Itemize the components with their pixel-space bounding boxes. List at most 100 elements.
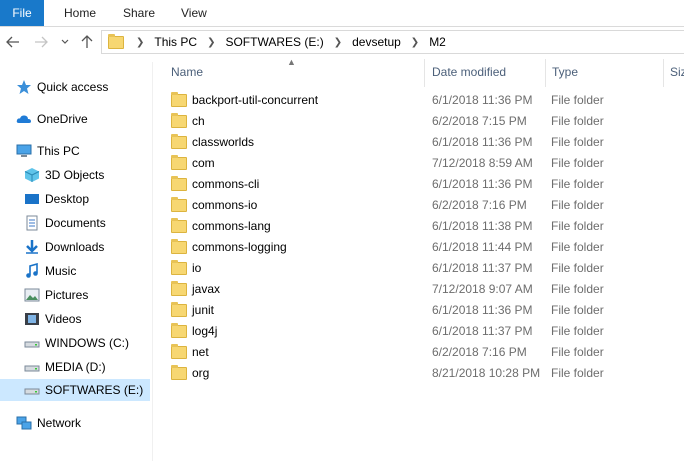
- folder-icon: [171, 92, 187, 107]
- chevron-right-icon[interactable]: ❯: [403, 37, 427, 48]
- sort-ascending-icon: ▲: [287, 57, 296, 67]
- file-name: io: [192, 261, 202, 275]
- chevron-right-icon[interactable]: ❯: [199, 37, 223, 48]
- up-button[interactable]: [79, 33, 95, 51]
- tab-home[interactable]: Home: [64, 0, 96, 26]
- nav-onedrive[interactable]: OneDrive: [16, 108, 88, 130]
- file-row[interactable]: junit 6/1/2018 11:36 PM File folder: [153, 300, 684, 321]
- nav-label: Videos: [45, 312, 82, 326]
- nav-label: 3D Objects: [45, 168, 105, 182]
- column-header-name[interactable]: Name: [171, 63, 203, 87]
- folder-icon: [171, 323, 187, 338]
- file-name: ch: [192, 114, 205, 128]
- tab-file[interactable]: File: [0, 0, 44, 26]
- file-date-modified: 6/1/2018 11:37 PM: [432, 261, 533, 275]
- address-row: ❯ This PC ❯ SOFTWARES (E:) ❯ devsetup ❯ …: [0, 27, 684, 57]
- file-row[interactable]: classworlds 6/1/2018 11:36 PM File folder: [153, 132, 684, 153]
- desktop-icon: [24, 191, 40, 207]
- file-type: File folder: [551, 198, 604, 212]
- forward-button[interactable]: [33, 33, 49, 51]
- up-arrow-icon: [81, 35, 93, 48]
- file-name: backport-util-concurrent: [192, 93, 319, 107]
- breadcrumb: ❯ This PC ❯ SOFTWARES (E:) ❯ devsetup ❯ …: [128, 31, 448, 53]
- file-date-modified: 6/1/2018 11:44 PM: [432, 240, 533, 254]
- nav-softwares-e[interactable]: SOFTWARES (E:): [0, 379, 150, 401]
- file-name: commons-logging: [192, 240, 287, 254]
- nav-desktop[interactable]: Desktop: [24, 188, 89, 210]
- address-bar[interactable]: ❯ This PC ❯ SOFTWARES (E:) ❯ devsetup ❯ …: [101, 30, 684, 54]
- file-row[interactable]: io 6/1/2018 11:37 PM File folder: [153, 258, 684, 279]
- file-type: File folder: [551, 93, 604, 107]
- file-name: org: [192, 366, 210, 380]
- file-type: File folder: [551, 156, 604, 170]
- nav-windows-c[interactable]: WINDOWS (C:): [24, 332, 129, 354]
- forward-arrow-icon: [35, 36, 48, 48]
- download-icon: [24, 239, 40, 255]
- nav-label: Pictures: [45, 288, 89, 302]
- file-date-modified: 6/1/2018 11:37 PM: [432, 324, 533, 338]
- file-type: File folder: [551, 282, 604, 296]
- folder-icon: [171, 281, 187, 296]
- file-name: com: [192, 156, 215, 170]
- file-date-modified: 6/1/2018 11:36 PM: [432, 177, 533, 191]
- file-type: File folder: [551, 177, 604, 191]
- nav-label: This PC: [37, 144, 80, 158]
- chevron-right-icon: ❯: [136, 36, 145, 48]
- nav-3d-objects[interactable]: 3D Objects: [24, 164, 104, 186]
- file-row[interactable]: org 8/21/2018 10:28 PM File folder: [153, 363, 684, 384]
- file-row[interactable]: commons-logging 6/1/2018 11:44 PM File fol…: [153, 237, 684, 258]
- file-date-modified: 7/12/2018 9:07 AM: [432, 282, 533, 296]
- nav-this-pc[interactable]: This PC: [16, 140, 80, 162]
- file-date-modified: 6/1/2018 11:38 PM: [432, 219, 533, 233]
- column-header-size[interactable]: Siz: [670, 63, 684, 87]
- nav-network[interactable]: Network: [16, 412, 81, 434]
- file-row[interactable]: commons-lang 6/1/2018 11:38 PM File folder: [153, 216, 684, 237]
- file-row[interactable]: commons-cli 6/1/2018 11:36 PM File folder: [153, 174, 684, 195]
- nav-media-d[interactable]: MEDIA (D:): [24, 356, 106, 378]
- folder-icon: [171, 302, 187, 317]
- file-date-modified: 6/1/2018 11:36 PM: [432, 93, 533, 107]
- file-row[interactable]: ch 6/2/2018 7:15 PM File folder: [153, 111, 684, 132]
- folder-icon: [171, 113, 187, 128]
- tab-share[interactable]: Share: [123, 0, 155, 26]
- recent-locations-button[interactable]: [59, 33, 71, 51]
- file-name: commons-io: [192, 198, 258, 212]
- tab-view[interactable]: View: [181, 0, 207, 26]
- breadcrumb-softwares[interactable]: SOFTWARES (E:): [223, 35, 325, 49]
- breadcrumb-devsetup[interactable]: devsetup: [350, 35, 403, 49]
- file-row[interactable]: com 7/12/2018 8:59 AM File folder: [153, 153, 684, 174]
- column-divider[interactable]: [424, 59, 425, 87]
- nav-label: SOFTWARES (E:): [45, 383, 144, 397]
- column-divider[interactable]: [545, 59, 546, 87]
- column-divider[interactable]: [663, 59, 664, 87]
- file-row[interactable]: log4j 6/1/2018 11:37 PM File folder: [153, 321, 684, 342]
- file-row[interactable]: commons-io 6/2/2018 7:16 PM File folder: [153, 195, 684, 216]
- folder-icon: [171, 239, 187, 254]
- nav-downloads[interactable]: Downloads: [24, 236, 104, 258]
- back-button[interactable]: [5, 33, 21, 51]
- column-header-date-modified[interactable]: Date modified: [432, 63, 506, 87]
- nav-quick-access[interactable]: Quick access: [16, 76, 108, 98]
- nav-documents[interactable]: Documents: [24, 212, 106, 234]
- folder-icon: [171, 260, 187, 275]
- file-type: File folder: [551, 219, 604, 233]
- breadcrumb-this-pc[interactable]: This PC: [152, 35, 199, 49]
- file-row[interactable]: backport-util-concurrent 6/1/2018 11:36 P…: [153, 90, 684, 111]
- file-date-modified: 7/12/2018 8:59 AM: [432, 156, 533, 170]
- nav-pictures[interactable]: Pictures: [24, 284, 88, 306]
- nav-videos[interactable]: Videos: [24, 308, 81, 330]
- file-row[interactable]: javax 7/12/2018 9:07 AM File folder: [153, 279, 684, 300]
- file-date-modified: 6/2/2018 7:16 PM: [432, 345, 527, 359]
- chevron-right-icon[interactable]: ❯: [326, 37, 350, 48]
- folder-icon: [108, 34, 124, 49]
- column-header-type[interactable]: Type: [552, 63, 578, 87]
- nav-music[interactable]: Music: [24, 260, 76, 282]
- file-row[interactable]: net 6/2/2018 7:16 PM File folder: [153, 342, 684, 363]
- file-type: File folder: [551, 324, 604, 338]
- ribbon: File Home Share View: [0, 0, 684, 27]
- breadcrumb-m2[interactable]: M2: [427, 35, 448, 49]
- navigation-pane: Quick access OneDrive This PC 3D Objects…: [0, 62, 153, 461]
- nav-label: Desktop: [45, 192, 90, 206]
- back-arrow-icon: [6, 36, 19, 48]
- file-type: File folder: [551, 366, 604, 380]
